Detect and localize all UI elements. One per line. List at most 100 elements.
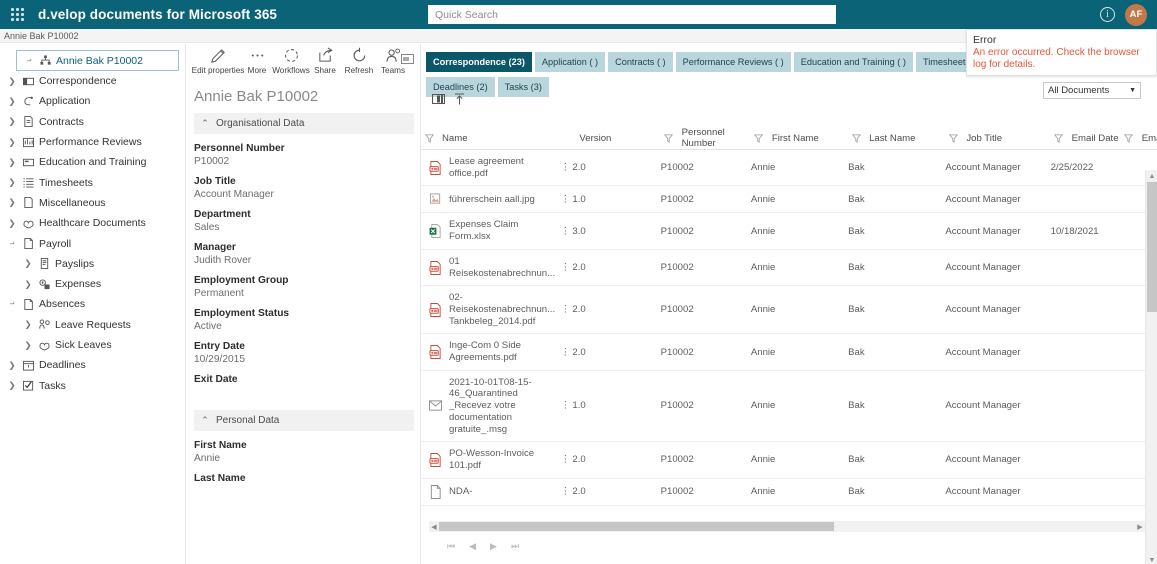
expand-chevron-icon[interactable]: ❯ <box>4 137 20 148</box>
expand-chevron-icon[interactable]: ❯ <box>20 340 36 351</box>
tree-item-contracts[interactable]: ❯ Contracts <box>0 112 185 132</box>
toolbar-button-share[interactable]: Share <box>308 47 342 75</box>
cell-name[interactable]: 2021-10-01T08-15-46_Quarantined _Recevez… <box>421 370 559 443</box>
scroll-up-icon[interactable]: ▲ <box>1146 170 1157 182</box>
cell-name[interactable]: führerschein aall.jpg <box>421 185 559 214</box>
prev-page-icon[interactable]: ◀ <box>469 541 476 552</box>
expand-chevron-icon[interactable]: ❯ <box>20 258 36 269</box>
tree-item-payroll[interactable]: ⌐ Payroll <box>0 233 185 253</box>
cell-name[interactable]: PO-Wesson-Invoice 101.pdf <box>421 441 559 479</box>
tree-item-absences[interactable]: ⌐ Absences <box>0 294 185 314</box>
section-header-personal-data[interactable]: ⌃ Personal Data <box>194 410 414 431</box>
tree-item-sick-leaves[interactable]: ❯ Sick Leaves <box>0 335 185 355</box>
expand-chevron-icon[interactable]: ❯ <box>4 96 20 107</box>
tab-correspondence[interactable]: Correspondence (23) <box>426 52 532 72</box>
info-icon[interactable]: i <box>1100 7 1115 22</box>
table-row[interactable]: 02-Reisekostenabrechnun... Tankbeleg_201… <box>421 285 1157 335</box>
filter-icon[interactable] <box>848 133 864 143</box>
filter-icon[interactable] <box>945 133 961 143</box>
table-row[interactable]: Lease agreement office.pdf ⋮ 2.0 P10002 Anni… <box>421 149 1157 187</box>
tree-item-performance-reviews[interactable]: ❯ Performance Reviews <box>0 132 185 152</box>
collapse-chevron-icon[interactable]: ⌐ <box>4 239 20 249</box>
panel-toggle-icon[interactable] <box>401 54 414 67</box>
table-row[interactable]: Inge-Com 0 Side Agreements.pdf ⋮ 2.0 P10002… <box>421 333 1157 371</box>
table-header-version[interactable]: Version <box>572 127 661 150</box>
tree-item-deadlines[interactable]: ❯ Deadlines <box>0 355 185 375</box>
expand-chevron-icon[interactable]: ❯ <box>4 360 20 371</box>
search-input[interactable] <box>428 5 836 24</box>
expand-chevron-icon[interactable]: ❯ <box>4 380 20 391</box>
toolbar-button-edit-properties[interactable]: Edit properties <box>192 47 244 75</box>
cell-name[interactable]: Expenses Claim Form.xlsx <box>421 212 559 250</box>
horizontal-scrollbar[interactable]: ◀ ▶ <box>429 521 1145 532</box>
tree-item-miscellaneous[interactable]: ❯ Miscellaneous <box>0 193 185 213</box>
row-menu-icon[interactable]: ⋮ <box>558 478 573 506</box>
tree-item-healthcare-documents[interactable]: ❯ Healthcare Documents <box>0 213 185 233</box>
toolbar-button-refresh[interactable]: Refresh <box>342 47 376 75</box>
table-row[interactable]: 01 Reisekostenabrechnun... ⋮ 2.0 P10002 Anni… <box>421 249 1157 287</box>
tree-item-annie-bak-p10002[interactable]: ⌐ Annie Bak P10002 <box>16 50 179 71</box>
tree-item-leave-requests[interactable]: ❯ Leave Requests <box>0 315 185 335</box>
toolbar-button-workflows[interactable]: Workflows <box>272 47 310 75</box>
scroll-left-icon[interactable]: ◀ <box>429 521 439 532</box>
cell-name[interactable]: NDA- <box>421 478 559 506</box>
upload-icon[interactable] <box>454 93 465 108</box>
table-row[interactable]: NDA- ⋮ 2.0 P10002 Annie Bak Account Manager <box>421 478 1157 506</box>
toolbar-button-more[interactable]: More <box>240 47 274 75</box>
filter-icon[interactable] <box>661 133 677 143</box>
expand-chevron-icon[interactable]: ❯ <box>4 116 20 127</box>
tree-item-correspondence[interactable]: ❯ Correspondence <box>0 71 185 91</box>
scroll-down-icon[interactable]: ▼ <box>1146 554 1157 564</box>
tab-education-and-training[interactable]: Education and Training ( ) <box>793 52 913 72</box>
table-header-last-name[interactable]: Last Name <box>848 127 946 150</box>
cell-name[interactable]: 01 Reisekostenabrechnun... <box>421 249 559 287</box>
row-menu-icon[interactable]: ⋮ <box>558 370 573 443</box>
section-header-organisational-data[interactable]: ⌃ Organisational Data <box>194 113 414 134</box>
row-menu-icon[interactable]: ⋮ <box>558 333 573 371</box>
expand-chevron-icon[interactable]: ❯ <box>4 177 20 188</box>
document-filter-select[interactable]: All Documents ▼ <box>1043 82 1141 99</box>
table-header-job-title[interactable]: Job Title <box>945 127 1051 150</box>
collapse-chevron-icon[interactable]: ⌐ <box>21 56 37 66</box>
expand-chevron-icon[interactable]: ❯ <box>4 76 20 87</box>
table-header-personnel-number[interactable]: Personnel Number <box>660 127 751 150</box>
column-layout-icon[interactable] <box>432 93 445 107</box>
tree-item-expenses[interactable]: ❯ Expenses <box>0 274 185 294</box>
tree-item-application[interactable]: ❯ Application <box>0 91 185 111</box>
horizontal-scroll-thumb[interactable] <box>439 522 834 531</box>
tree-item-education-and-training[interactable]: ❯ Education and Training <box>0 152 185 172</box>
last-page-icon[interactable]: ⏭ <box>511 541 519 552</box>
cell-name[interactable]: Lease agreement office.pdf <box>421 149 559 187</box>
filter-icon[interactable] <box>751 133 767 143</box>
filter-icon[interactable] <box>1051 133 1067 143</box>
filter-icon[interactable] <box>421 133 437 143</box>
expand-chevron-icon[interactable]: ❯ <box>4 197 20 208</box>
app-launcher-icon[interactable] <box>0 0 34 29</box>
scroll-right-icon[interactable]: ▶ <box>1135 521 1145 532</box>
tree-item-tasks[interactable]: ❯ Tasks <box>0 375 185 395</box>
filter-icon[interactable] <box>1121 133 1137 143</box>
cell-name[interactable]: 02-Reisekostenabrechnun... Tankbeleg_201… <box>421 285 559 335</box>
cell-name[interactable]: Inge-Com 0 Side Agreements.pdf <box>421 333 559 371</box>
row-menu-icon[interactable]: ⋮ <box>558 441 573 479</box>
tab-contracts[interactable]: Contracts ( ) <box>608 52 673 72</box>
row-menu-icon[interactable]: ⋮ <box>558 249 573 287</box>
table-row[interactable]: führerschein aall.jpg ⋮ 1.0 P10002 Annie Bak A… <box>421 185 1157 214</box>
collapse-chevron-icon[interactable]: ⌐ <box>4 299 20 309</box>
avatar[interactable]: AF <box>1125 3 1147 26</box>
tab-performance-reviews[interactable]: Performance Reviews ( ) <box>675 52 791 72</box>
first-page-icon[interactable]: ⏮ <box>447 541 455 552</box>
table-header-first-name[interactable]: First Name <box>750 127 849 150</box>
row-menu-icon[interactable]: ⋮ <box>558 149 573 187</box>
table-row[interactable]: 2021-10-01T08-15-46_Quarantined _Recevez… <box>421 370 1157 443</box>
table-row[interactable]: Expenses Claim Form.xlsx ⋮ 3.0 P10002 Annie B… <box>421 212 1157 250</box>
expand-chevron-icon[interactable]: ❯ <box>4 157 20 168</box>
table-row[interactable]: PO-Wesson-Invoice 101.pdf ⋮ 2.0 P10002 Annie… <box>421 441 1157 479</box>
expand-chevron-icon[interactable]: ❯ <box>20 319 36 330</box>
tree-item-timesheets[interactable]: ❯ Timesheets <box>0 172 185 192</box>
vertical-scrollbar[interactable]: ▲ ▼ <box>1145 170 1157 564</box>
table-header-ema[interactable]: Ema <box>1120 127 1157 150</box>
expand-chevron-icon[interactable]: ❯ <box>20 279 36 290</box>
row-menu-icon[interactable]: ⋮ <box>558 212 573 250</box>
expand-chevron-icon[interactable]: ❯ <box>4 218 20 229</box>
